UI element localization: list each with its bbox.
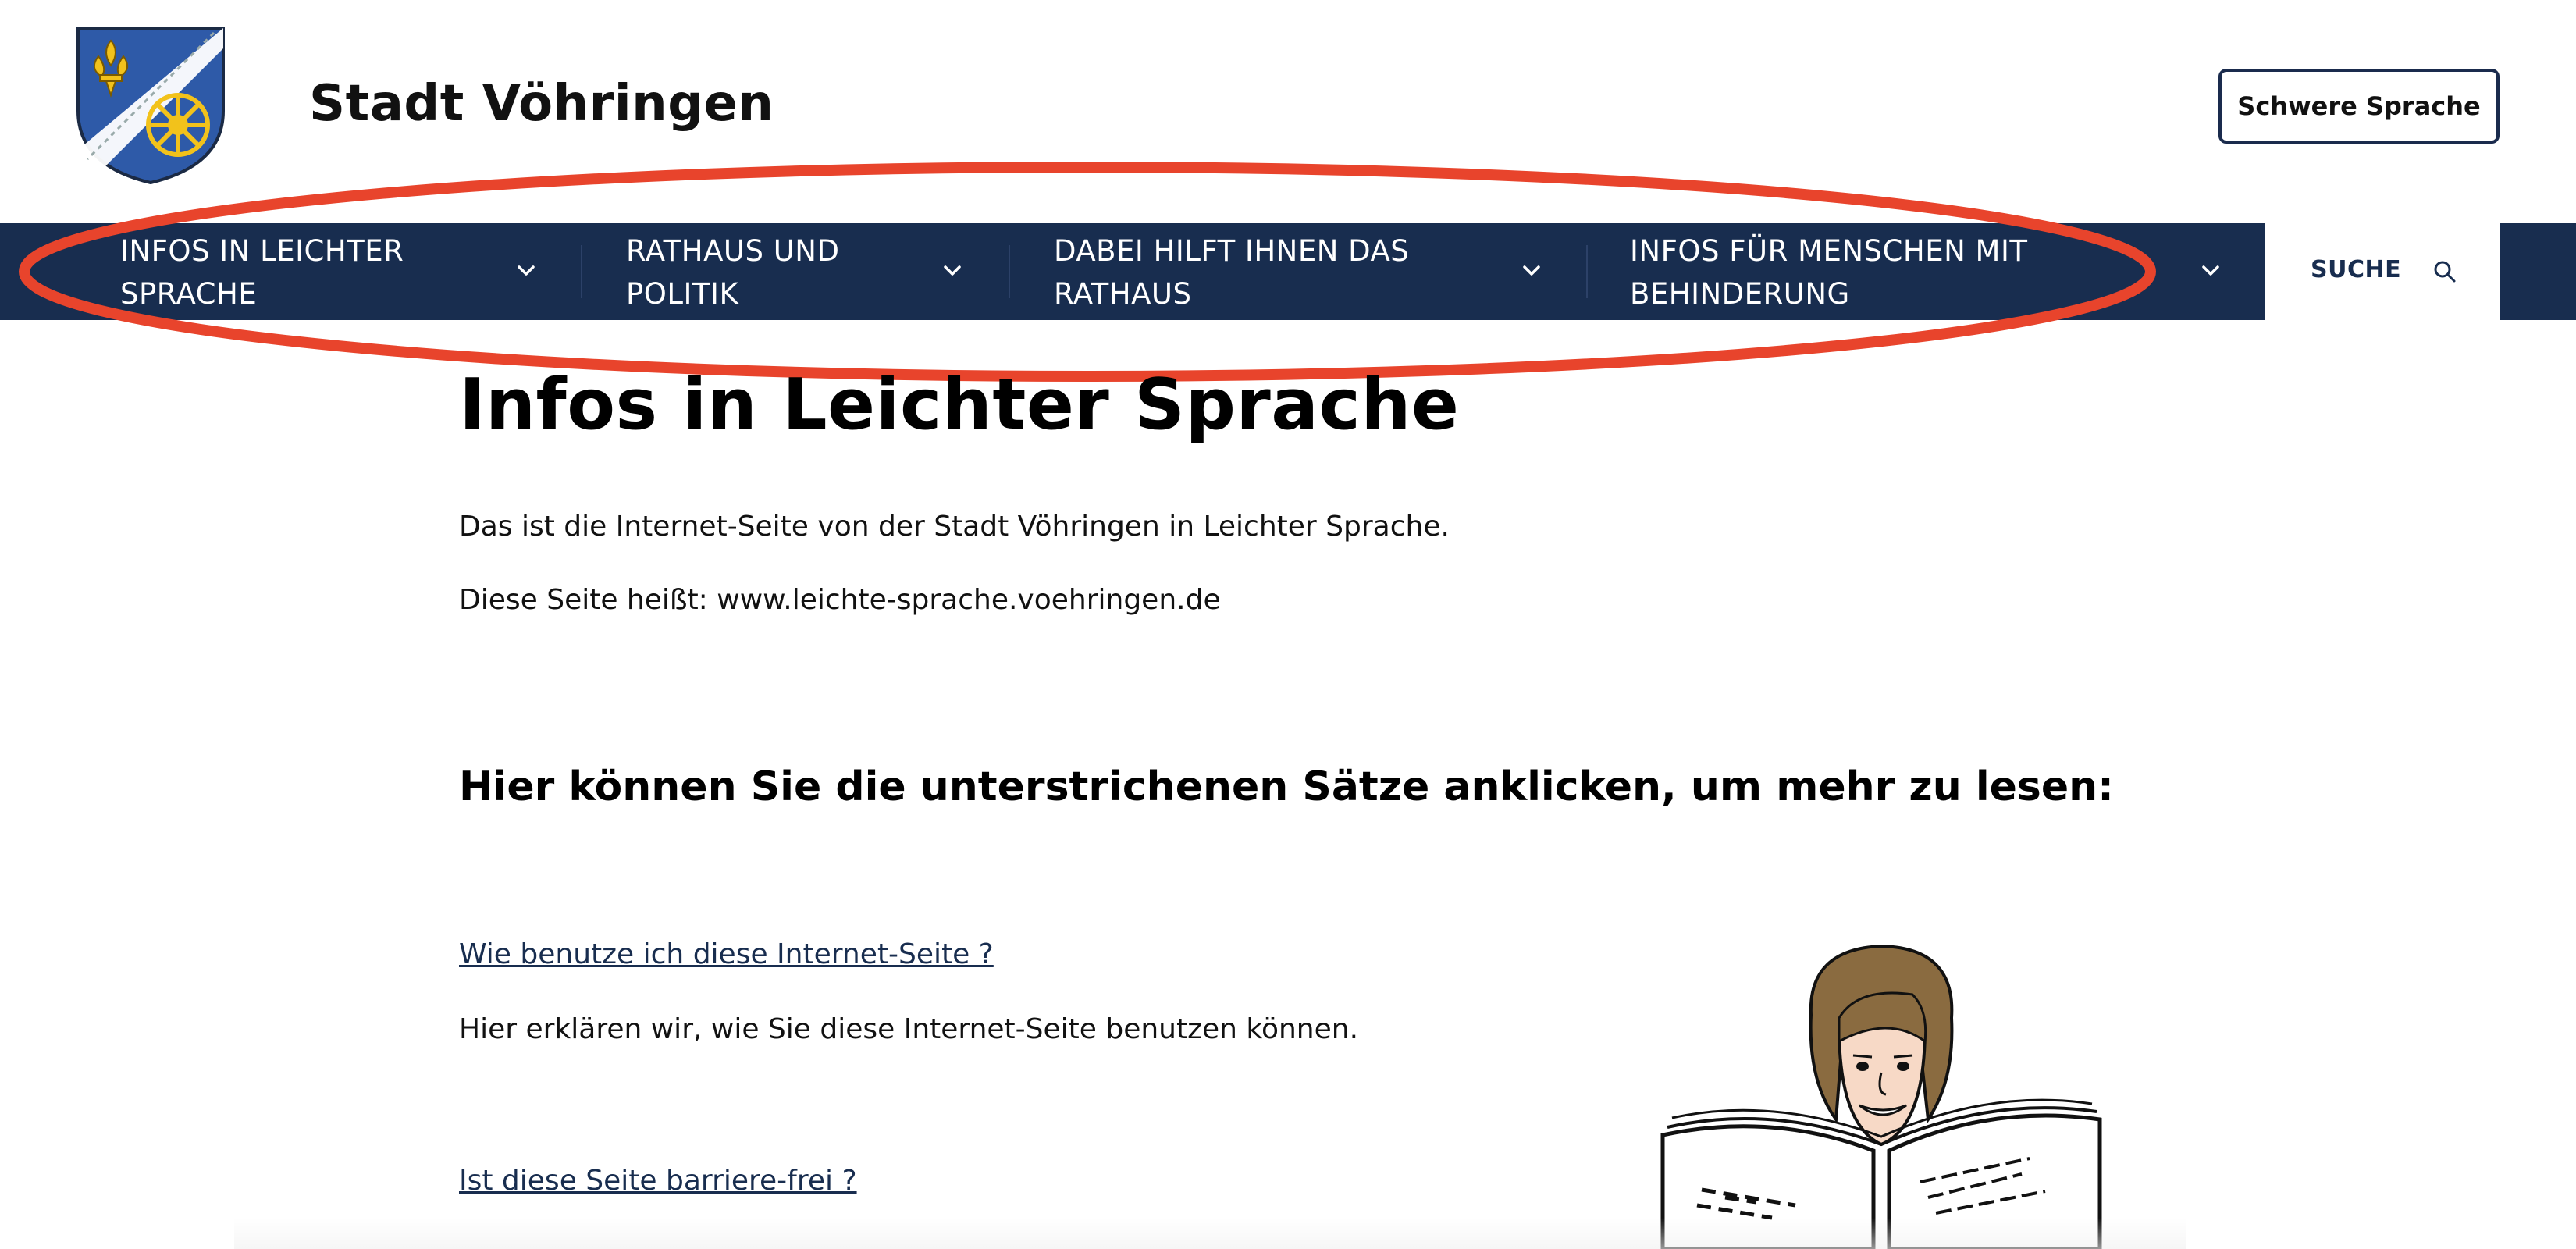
site-title[interactable]: Stadt Vöhringen [309, 75, 774, 133]
link-barrier-free[interactable]: Ist diese Seite barriere-frei ? [459, 1165, 857, 1197]
nav-bar: INFOS IN LEICHTER SPRACHE RATHAUS UND PO… [0, 223, 2265, 320]
nav-item-label-line1: RATHAUS UND [626, 234, 840, 268]
schwere-sprache-button[interactable]: Schwere Sprache [2218, 69, 2500, 144]
nav-item-label-line1: DABEI HILFT IHNEN DAS [1054, 234, 1410, 268]
nav-item-infos-leichte-sprache[interactable]: INFOS IN LEICHTER SPRACHE [120, 223, 542, 320]
person-reading-book-illustration [1660, 944, 2102, 1249]
bottom-fade [234, 1218, 2186, 1249]
nav-item-label-line2: POLITIK [626, 277, 739, 311]
chevron-down-icon[interactable] [1521, 259, 1542, 281]
nav-item-rathaus-politik[interactable]: RATHAUS UND POLITIK [626, 223, 970, 320]
main-navigation: INFOS IN LEICHTER SPRACHE RATHAUS UND PO… [0, 223, 2576, 320]
nav-item-label-line2: BEHINDERUNG [1630, 277, 1850, 311]
nav-item-label-line1: INFOS IN LEICHTER [120, 234, 404, 268]
section-heading: Hier können Sie die unterstrichenen Sätz… [459, 763, 2114, 810]
nav-item-label-line1: INFOS FÜR MENSCHEN MIT [1630, 234, 2028, 268]
intro-paragraph-1: Das ist die Internet-Seite von der Stadt… [459, 511, 1450, 543]
search-icon[interactable] [2431, 258, 2459, 286]
nav-divider [1586, 245, 1588, 298]
city-crest-logo[interactable] [75, 25, 226, 186]
page-title: Infos in Leichter Sprache [459, 364, 1460, 446]
nav-item-infos-behinderung[interactable]: INFOS FÜR MENSCHEN MIT BEHINDERUNG [1630, 223, 2231, 320]
nav-bar-end [2500, 223, 2576, 320]
nav-divider [1009, 245, 1010, 298]
nav-item-label-line2: RATHAUS [1054, 277, 1192, 311]
chevron-down-icon[interactable] [941, 259, 963, 281]
chevron-down-icon[interactable] [2200, 259, 2222, 281]
site-header: Stadt Vöhringen Schwere Sprache [0, 0, 2576, 223]
nav-divider [581, 245, 582, 298]
search-area[interactable]: SUCHE [2265, 223, 2500, 320]
chevron-down-icon[interactable] [515, 259, 537, 281]
link-how-to-use[interactable]: Wie benutze ich diese Internet-Seite ? [459, 938, 994, 970]
intro-paragraph-2: Diese Seite heißt: www.leichte-sprache.v… [459, 584, 1221, 616]
search-label[interactable]: SUCHE [2311, 256, 2401, 283]
nav-item-dabei-hilft-rathaus[interactable]: DABEI HILFT IHNEN DAS RATHAUS [1054, 223, 1553, 320]
link-description: Hier erklären wir, wie Sie diese Interne… [459, 1013, 1359, 1045]
nav-item-label-line2: SPRACHE [120, 277, 258, 311]
